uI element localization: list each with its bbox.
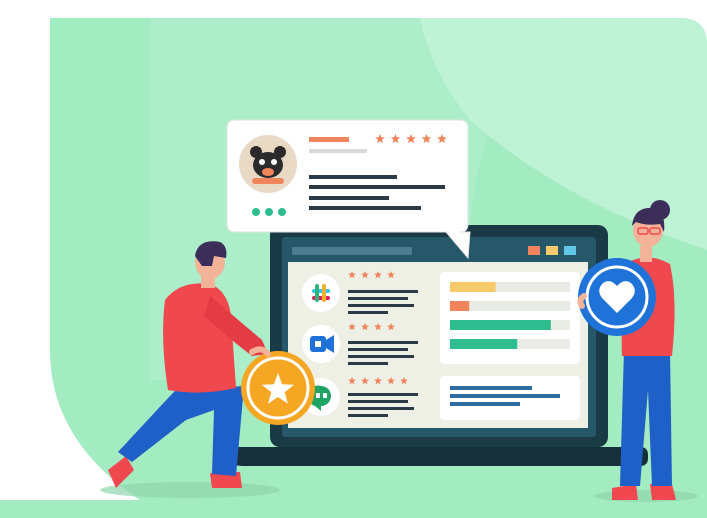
score-bar bbox=[450, 301, 470, 311]
review-list bbox=[302, 271, 418, 417]
score-panel bbox=[440, 272, 580, 420]
avatar bbox=[239, 135, 297, 193]
heart-badge-icon bbox=[577, 258, 656, 336]
laptop bbox=[230, 225, 648, 466]
score-bar bbox=[450, 320, 551, 330]
illustration bbox=[0, 18, 707, 518]
score-bar bbox=[450, 339, 518, 349]
google-meet-logo-icon bbox=[310, 335, 334, 353]
score-bar bbox=[450, 282, 496, 292]
dots-icon bbox=[252, 208, 286, 216]
